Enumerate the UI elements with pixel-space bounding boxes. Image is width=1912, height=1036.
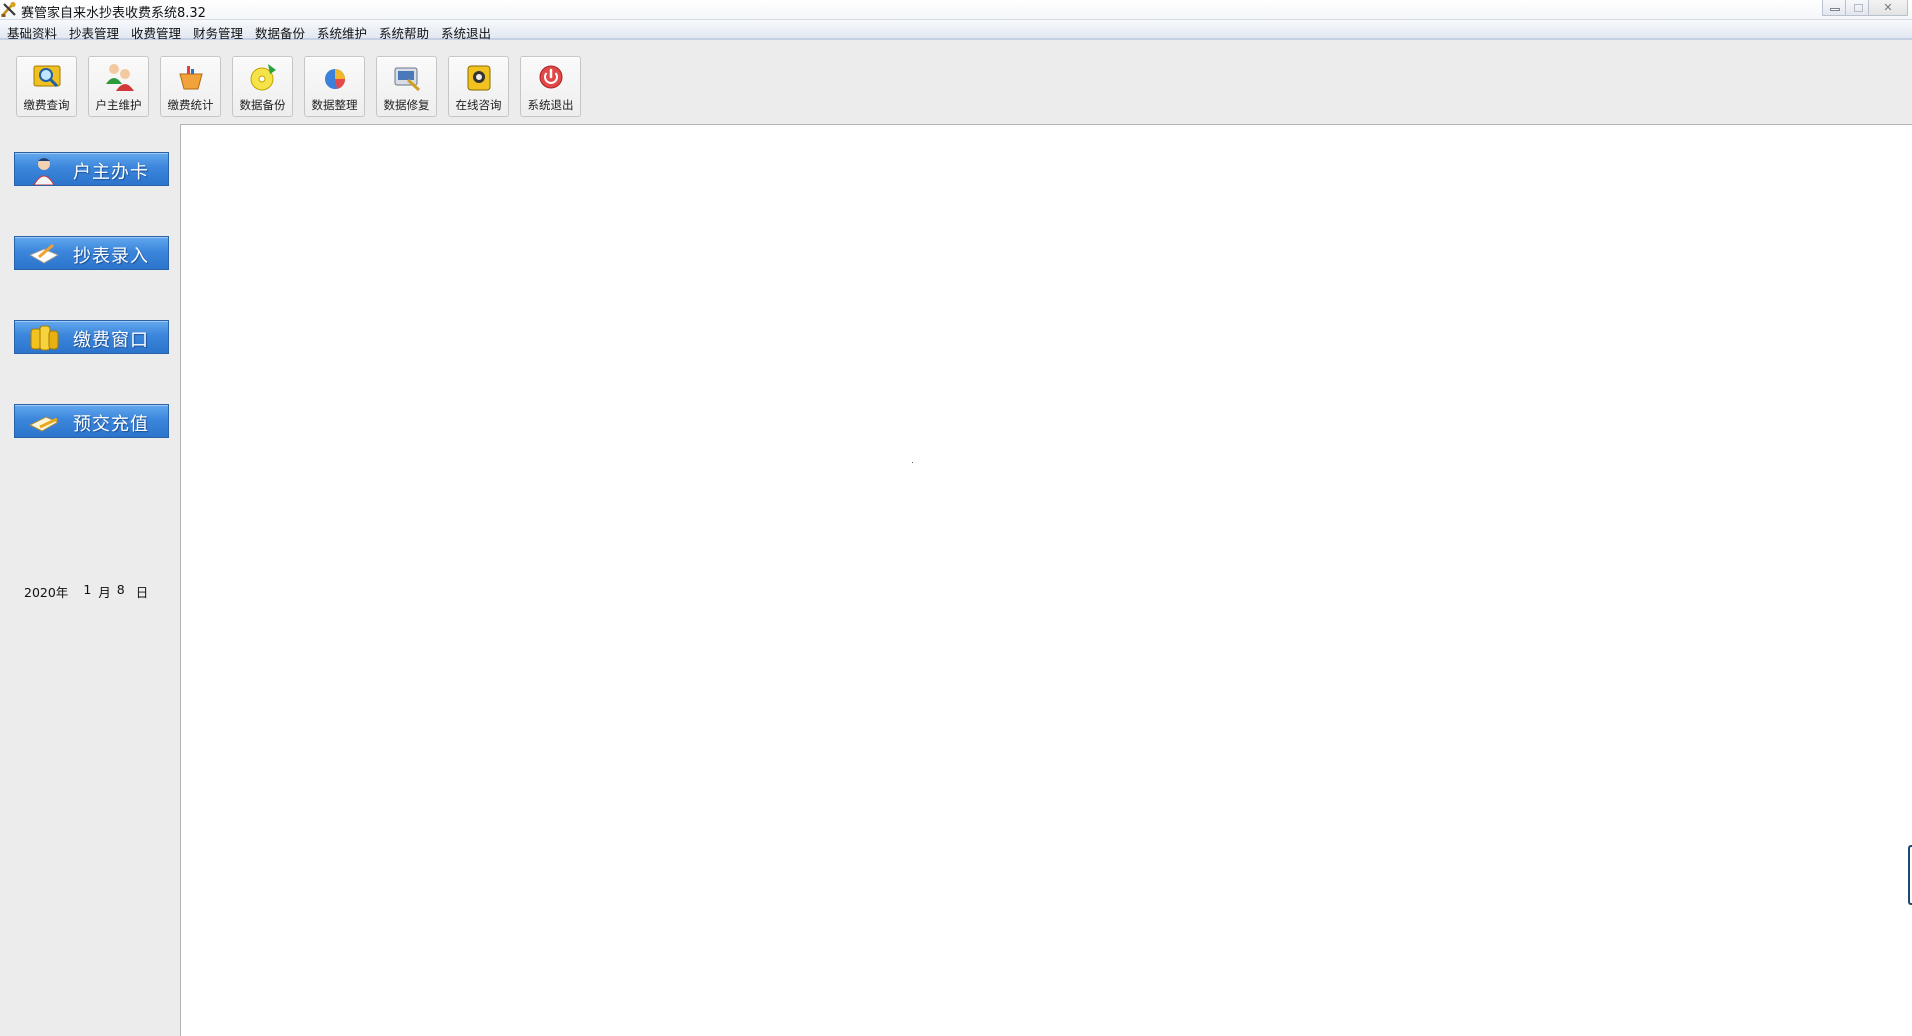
toolbar-label: 数据修复 [383,98,430,112]
power-exit-icon [539,65,563,89]
toolbar-data-repair-button[interactable]: 数据修复 [376,56,437,117]
nav-label: 缴费窗口 [73,330,149,351]
menu-bar: 基础资料 抄表管理 收费管理 财务管理 数据备份 系统维护 系统帮助 系统退出 [0,20,1912,42]
person-card-icon [33,158,55,185]
repair-tool-icon [394,67,421,92]
notebook-pen-icon [28,243,60,264]
toolbar-data-organize-button[interactable]: 数据整理 [304,56,365,117]
toolbar-online-consult-button[interactable]: 在线咨询 [448,56,509,117]
nav-meter-entry-button[interactable]: 抄表录入 [14,236,169,270]
toolbar-label: 系统退出 [527,98,574,112]
toolbar-label: 数据整理 [311,98,358,112]
menu-system-maintenance[interactable]: 系统维护 [317,23,367,42]
side-panel: 户主办卡 抄表录入 缴费窗口 预交充值 2020年 1 月 8 日 [0,124,180,1036]
close-button[interactable]: ✕ [1868,0,1908,16]
application-window: 赛管家自来水抄表收费系统8.32 ✕ 基础资料 抄表管理 收费管理 财务管理 数… [0,0,1912,1036]
date-month: 1 [83,582,92,597]
toolbar-label: 数据备份 [239,98,286,112]
date-year: 2020年 [24,585,69,600]
toolbar-owner-maintenance-button[interactable]: 户主维护 [88,56,149,117]
current-date: 2020年 1 月 8 日 [24,582,148,601]
cursor-dot [912,462,913,463]
toolbar-payment-statistics-button[interactable]: 缴费统计 [160,56,221,117]
window-controls: ✕ [1822,0,1908,18]
backup-disc-icon [250,64,276,91]
menu-billing[interactable]: 收费管理 [131,23,181,42]
toolbar-label: 在线咨询 [455,98,502,112]
nav-prepay-recharge-button[interactable]: 预交充值 [14,404,169,438]
main-workspace[interactable] [180,124,1912,1036]
menu-data-backup[interactable]: 数据备份 [255,23,305,42]
menu-meter-reading[interactable]: 抄表管理 [69,23,119,42]
maximize-button[interactable] [1845,0,1869,16]
users-icon [106,64,134,91]
minimize-button[interactable] [1822,0,1846,16]
maximize-icon [1854,4,1863,12]
toolbar-payment-query-button[interactable]: 缴费查询 [16,56,77,117]
menu-system-exit[interactable]: 系统退出 [441,23,491,42]
toolbar-data-backup-button[interactable]: 数据备份 [232,56,293,117]
title-bar: 赛管家自来水抄表收费系统8.32 ✕ [0,0,1912,21]
nav-owner-card-button[interactable]: 户主办卡 [14,152,169,186]
date-month-unit: 月 [98,585,111,600]
date-day-unit: 日 [135,585,149,600]
pie-chart-icon [325,69,346,89]
close-icon: ✕ [1883,1,1893,14]
toolbar-label: 缴费统计 [167,98,214,112]
toolbar: 缴费查询 户主维护 缴费统计 数据备份 数据整理 数据修复 在线咨询 系统退出 [0,42,1912,124]
card-pen-icon [28,416,60,432]
nav-label: 预交充值 [73,414,149,435]
side-scroll-handle[interactable] [1908,845,1912,905]
minimize-icon [1830,8,1840,11]
date-day: 8 [116,582,125,597]
menu-finance[interactable]: 财务管理 [193,23,243,42]
toolbar-system-exit-button[interactable]: 系统退出 [520,56,581,117]
menu-basic-data[interactable]: 基础资料 [7,23,57,42]
menu-system-help[interactable]: 系统帮助 [379,23,429,42]
nav-label: 户主办卡 [73,162,149,183]
tools-icon [1,1,16,17]
toolbar-label: 缴费查询 [23,98,70,112]
coins-icon [30,325,59,351]
search-magnifier-icon [33,65,61,88]
window-title: 赛管家自来水抄表收费系统8.32 [21,6,206,21]
toolbar-label: 户主维护 [95,98,142,112]
support-headset-icon [467,65,491,91]
basket-chart-icon [179,66,203,90]
nav-label: 抄表录入 [73,246,149,267]
nav-payment-window-button[interactable]: 缴费窗口 [14,320,169,354]
